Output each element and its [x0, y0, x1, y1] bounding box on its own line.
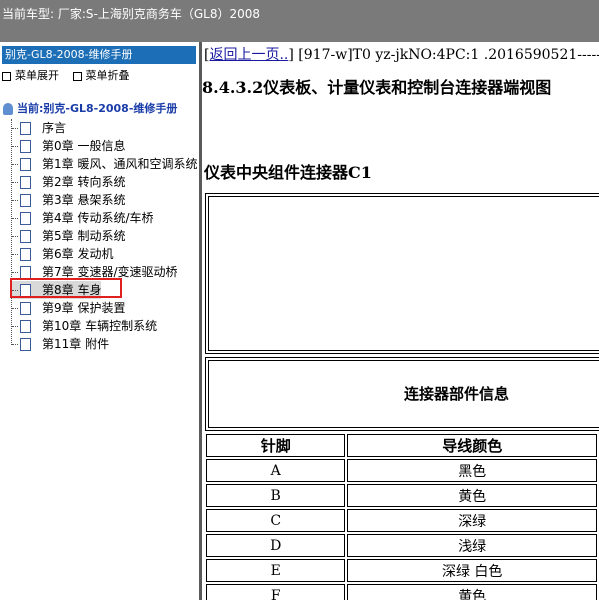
- branch-line: [12, 308, 18, 309]
- collapse-menu-button[interactable]: 菜单折叠: [72, 69, 130, 82]
- info-caption: 连接器部件信息: [404, 385, 510, 403]
- tree-item-preface[interactable]: 序言: [12, 119, 66, 137]
- tree-item-label: 第6章 发动机: [42, 247, 114, 261]
- document-icon: [20, 122, 31, 135]
- nav-bar: [返回上一页..] [917-w]T0 yz-jkNO:4PC:1 .20165…: [204, 44, 599, 64]
- sidebar-header: 别克-GL8-2008-维修手册: [2, 46, 196, 64]
- pin-table: 针脚 导线颜色 A 黑色 B 黄色 C 深绿 D 浅绿 E 深绿 白色 F 黄色: [204, 432, 599, 600]
- tree-item-label: 第0章 一般信息: [42, 139, 126, 153]
- branch-line: [12, 164, 18, 165]
- tree-item-chapter-3[interactable]: 第3章 悬架系统: [12, 191, 125, 209]
- branch-line: [12, 128, 18, 129]
- branch-line: [12, 146, 18, 147]
- document-icon: [20, 176, 31, 189]
- wire-color-cell: 黄色: [347, 584, 597, 600]
- tree-item-label: 第10章 车辆控制系统: [42, 319, 158, 333]
- sidebar-toolbar: 菜单展开 菜单折叠: [2, 67, 140, 83]
- selection-highlight-box: [10, 278, 122, 298]
- content-pane: [返回上一页..] [917-w]T0 yz-jkNO:4PC:1 .20165…: [202, 42, 599, 600]
- table-row: C 深绿: [206, 509, 597, 532]
- branch-line: [12, 326, 18, 327]
- window-title: 当前车型: 厂家:S-上海别克商务车（GL8）2008: [2, 7, 261, 21]
- tree-item-label: 第4章 传动系统/车桥: [42, 211, 154, 225]
- expand-icon: [2, 71, 11, 81]
- document-icon: [20, 338, 31, 351]
- pin-cell: D: [206, 534, 346, 557]
- connector-image-frame: [205, 193, 599, 354]
- tree-item-label: 第7章 变速器/变速驱动桥: [42, 265, 178, 279]
- document-icon: [20, 230, 31, 243]
- tree-item-chapter-6[interactable]: 第6章 发动机: [12, 245, 113, 263]
- pin-cell: C: [206, 509, 346, 532]
- info-caption-frame: 连接器部件信息: [205, 357, 599, 431]
- column-header-wire-color: 导线颜色: [347, 434, 597, 457]
- document-icon: [20, 158, 31, 171]
- wire-color-cell: 深绿 白色: [347, 559, 597, 582]
- table-row: E 深绿 白色: [206, 559, 597, 582]
- back-link[interactable]: 返回上一页..: [209, 47, 288, 63]
- wire-color-cell: 浅绿: [347, 534, 597, 557]
- tree-item-chapter-10[interactable]: 第10章 车辆控制系统: [12, 317, 157, 335]
- section-title: 仪表中央组件连接器C1: [204, 163, 372, 182]
- tree-item-label: 序言: [42, 121, 67, 135]
- column-header-pin: 针脚: [206, 434, 346, 457]
- tree-item-chapter-11[interactable]: 第11章 附件: [12, 335, 109, 353]
- expand-menu-button[interactable]: 菜单展开: [2, 69, 59, 82]
- document-icon: [20, 194, 31, 207]
- branch-line: [12, 236, 18, 237]
- tree-root[interactable]: 当前:别克-GL8-2008-维修手册: [3, 100, 177, 116]
- pin-cell: B: [206, 484, 346, 507]
- table-row: B 黄色: [206, 484, 597, 507]
- sidebar: 别克-GL8-2008-维修手册 菜单展开 菜单折叠 当前:别克-GL8-200…: [0, 42, 199, 600]
- tree-item-label: 第1章 暖风、通风和空调系统: [42, 157, 198, 171]
- branch-line: [12, 218, 18, 219]
- document-icon: [20, 302, 31, 315]
- document-icon: [20, 140, 31, 153]
- table-row: A 黑色: [206, 459, 597, 482]
- document-icon: [20, 212, 31, 225]
- pin-cell: F: [206, 584, 346, 600]
- branch-line: [12, 254, 18, 255]
- connector-image-area: [208, 196, 599, 351]
- tree-item-label: 第9章 保护装置: [42, 301, 126, 315]
- collapse-icon: [72, 71, 82, 81]
- pin-cell: A: [206, 459, 346, 482]
- globe-icon: [3, 103, 13, 115]
- table-row: D 浅绿: [206, 534, 597, 557]
- tree-item-chapter-2[interactable]: 第2章 转向系统: [12, 173, 125, 191]
- tree-item-chapter-1[interactable]: 第1章 暖风、通风和空调系统: [12, 155, 197, 173]
- wire-color-cell: 深绿: [347, 509, 597, 532]
- wire-color-cell: 黑色: [347, 459, 597, 482]
- branch-line: [12, 200, 18, 201]
- tree-item-chapter-5[interactable]: 第5章 制动系统: [12, 227, 125, 245]
- table-row: F 黄色: [206, 584, 597, 600]
- branch-line: [12, 344, 18, 345]
- tree-root-label: 当前:别克-GL8-2008-维修手册: [17, 102, 178, 115]
- tree-item-label: 第11章 附件: [42, 337, 110, 351]
- tree-item-chapter-0[interactable]: 第0章 一般信息: [12, 137, 125, 155]
- tree-item-chapter-9[interactable]: 第9章 保护装置: [12, 299, 125, 317]
- table-header-row: 针脚 导线颜色: [206, 434, 597, 457]
- title-bar: 当前车型: 厂家:S-上海别克商务车（GL8）2008: [0, 0, 599, 42]
- document-icon: [20, 320, 31, 333]
- page-title: 8.4.3.2仪表板、计量仪表和控制台连接器端视图: [202, 78, 552, 97]
- tree-item-label: 第2章 转向系统: [42, 175, 126, 189]
- pin-cell: E: [206, 559, 346, 582]
- tree-item-chapter-4[interactable]: 第4章 传动系统/车桥: [12, 209, 154, 227]
- document-icon: [20, 248, 31, 261]
- branch-line: [12, 272, 18, 273]
- tree-item-label: 第3章 悬架系统: [42, 193, 126, 207]
- wire-color-cell: 黄色: [347, 484, 597, 507]
- document-code: [917-w]T0 yz-jkNO:4PC:1 .2016590521-----…: [298, 47, 599, 63]
- branch-line: [12, 182, 18, 183]
- tree-item-label: 第5章 制动系统: [42, 229, 126, 243]
